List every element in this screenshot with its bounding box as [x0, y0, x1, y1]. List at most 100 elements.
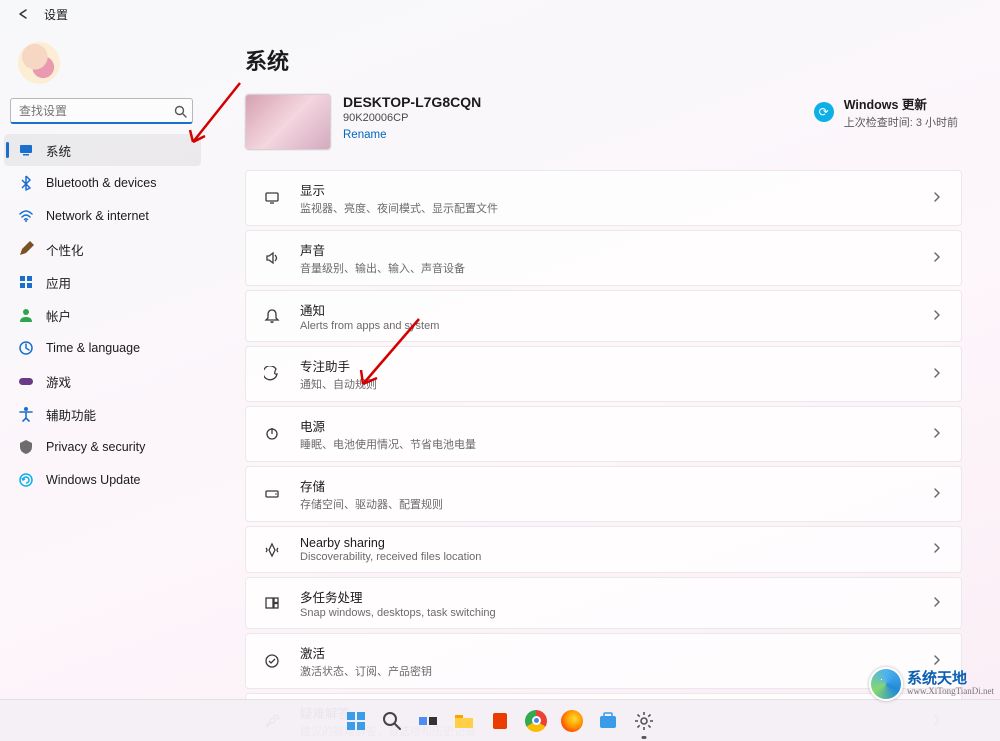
multitasking-icon: [262, 593, 282, 613]
user-avatar[interactable]: [18, 42, 60, 84]
sidebar-item-personalize[interactable]: 个性化: [4, 233, 201, 265]
chevron-right-icon: [929, 249, 945, 268]
power-icon: [262, 424, 282, 444]
card-subtitle: 通知、自动规则: [300, 376, 929, 392]
sidebar-item-bluetooth[interactable]: Bluetooth & devices: [4, 167, 201, 199]
search-icon: [173, 104, 187, 118]
sidebar-item-system[interactable]: 系统: [4, 134, 201, 166]
chevron-right-icon: [929, 189, 945, 208]
focus-icon: [262, 364, 282, 384]
windows-update-card[interactable]: ⟳ Windows 更新 上次检查时间: 3 小时前: [814, 94, 962, 130]
gaming-icon: [18, 373, 34, 389]
time-icon: [18, 340, 34, 356]
search-input[interactable]: [10, 98, 193, 124]
chrome-button[interactable]: [521, 706, 551, 736]
accessibility-icon: [18, 406, 34, 422]
card-display[interactable]: 显示监视器、亮度、夜间模式、显示配置文件: [245, 170, 962, 226]
card-subtitle: 睡眠、电池使用情况、节省电池电量: [300, 436, 929, 452]
office-button[interactable]: [485, 706, 515, 736]
update-sync-icon: ⟳: [814, 102, 834, 122]
chevron-right-icon: [929, 594, 945, 613]
store-button[interactable]: [593, 706, 623, 736]
sidebar-item-time[interactable]: Time & language: [4, 332, 201, 364]
sidebar-item-wifi[interactable]: Network & internet: [4, 200, 201, 232]
card-notifications[interactable]: 通知Alerts from apps and system: [245, 290, 962, 342]
device-header: DESKTOP-L7G8CQN 90K20006CP Rename ⟳ Wind…: [245, 94, 962, 150]
nearby-icon: [262, 540, 282, 560]
sidebar-item-accessibility[interactable]: 辅助功能: [4, 398, 201, 430]
rename-link[interactable]: Rename: [343, 129, 481, 141]
card-title: 通知: [300, 300, 929, 319]
taskbar-search-button[interactable]: [377, 706, 407, 736]
task-view-button[interactable]: [413, 706, 443, 736]
card-subtitle: 音量级别、输出、输入、声音设备: [300, 260, 929, 276]
card-multitasking[interactable]: 多任务处理Snap windows, desktops, task switch…: [245, 577, 962, 629]
start-button[interactable]: [341, 706, 371, 736]
wifi-icon: [18, 208, 34, 224]
card-storage[interactable]: 存储存储空间、驱动器、配置规则: [245, 466, 962, 522]
card-subtitle: Snap windows, desktops, task switching: [300, 607, 929, 619]
title-bar: 设置: [0, 0, 1000, 28]
activation-icon: [262, 651, 282, 671]
sidebar-item-label: Network & internet: [46, 209, 149, 223]
card-title: 显示: [300, 180, 929, 199]
card-subtitle: 监视器、亮度、夜间模式、显示配置文件: [300, 200, 929, 216]
watermark: 系统天地 www.XiTongTianDi.net: [869, 667, 994, 701]
system-icon: [18, 142, 34, 158]
card-title: 多任务处理: [300, 587, 929, 606]
sidebar-item-gaming[interactable]: 游戏: [4, 365, 201, 397]
account-icon: [18, 307, 34, 323]
watermark-globe-icon: [869, 667, 903, 701]
storage-icon: [262, 484, 282, 504]
watermark-title: 系统天地: [907, 672, 994, 687]
privacy-icon: [18, 439, 34, 455]
app-title: 设置: [44, 6, 68, 23]
sidebar-item-update[interactable]: Windows Update: [4, 464, 201, 496]
card-subtitle: 激活状态、订阅、产品密钥: [300, 663, 929, 679]
sidebar: 系统 Bluetooth & devices Network & internet 个…: [0, 28, 205, 741]
card-subtitle: Discoverability, received files location: [300, 551, 929, 563]
card-sound[interactable]: 声音音量级别、输出、输入、声音设备: [245, 230, 962, 286]
card-power[interactable]: 电源睡眠、电池使用情况、节省电池电量: [245, 406, 962, 462]
update-icon: [18, 472, 34, 488]
sidebar-nav: 系统 Bluetooth & devices Network & internet 个…: [4, 134, 201, 496]
sidebar-item-label: Time & language: [46, 341, 140, 355]
sidebar-item-label: 帐户: [46, 306, 71, 325]
card-title: 存储: [300, 476, 929, 495]
back-button[interactable]: [12, 2, 36, 26]
card-title: Nearby sharing: [300, 536, 929, 550]
sidebar-item-account[interactable]: 帐户: [4, 299, 201, 331]
card-focus[interactable]: 专注助手通知、自动规则: [245, 346, 962, 402]
sidebar-item-label: 个性化: [46, 240, 84, 259]
apps-icon: [18, 274, 34, 290]
card-subtitle: Alerts from apps and system: [300, 320, 929, 332]
main-content: 系统 DESKTOP-L7G8CQN 90K20006CP Rename ⟳ W…: [205, 28, 1000, 741]
card-title: 激活: [300, 643, 929, 662]
card-title: 电源: [300, 416, 929, 435]
page-title: 系统: [245, 44, 962, 76]
file-explorer-button[interactable]: [449, 706, 479, 736]
windows-update-subtitle: 上次检查时间: 3 小时前: [844, 114, 958, 130]
card-nearby[interactable]: Nearby sharingDiscoverability, received …: [245, 526, 962, 573]
display-icon: [262, 188, 282, 208]
sidebar-item-label: 辅助功能: [46, 405, 96, 424]
device-name: DESKTOP-L7G8CQN: [343, 94, 481, 110]
chevron-right-icon: [929, 307, 945, 326]
firefox-button[interactable]: [557, 706, 587, 736]
sidebar-item-label: Bluetooth & devices: [46, 176, 157, 190]
sidebar-item-label: Privacy & security: [46, 440, 145, 454]
card-subtitle: 存储空间、驱动器、配置规则: [300, 496, 929, 512]
sidebar-item-label: 应用: [46, 273, 71, 292]
sidebar-item-privacy[interactable]: Privacy & security: [4, 431, 201, 463]
sidebar-item-label: Windows Update: [46, 473, 141, 487]
chevron-right-icon: [929, 485, 945, 504]
sidebar-item-label: 系统: [46, 141, 71, 160]
device-model: 90K20006CP: [343, 112, 481, 124]
chevron-right-icon: [929, 425, 945, 444]
bluetooth-icon: [18, 175, 34, 191]
settings-taskbar-button[interactable]: [629, 706, 659, 736]
sidebar-item-apps[interactable]: 应用: [4, 266, 201, 298]
card-activation[interactable]: 激活激活状态、订阅、产品密钥: [245, 633, 962, 689]
watermark-url: www.XiTongTianDi.net: [907, 687, 994, 696]
sound-icon: [262, 248, 282, 268]
